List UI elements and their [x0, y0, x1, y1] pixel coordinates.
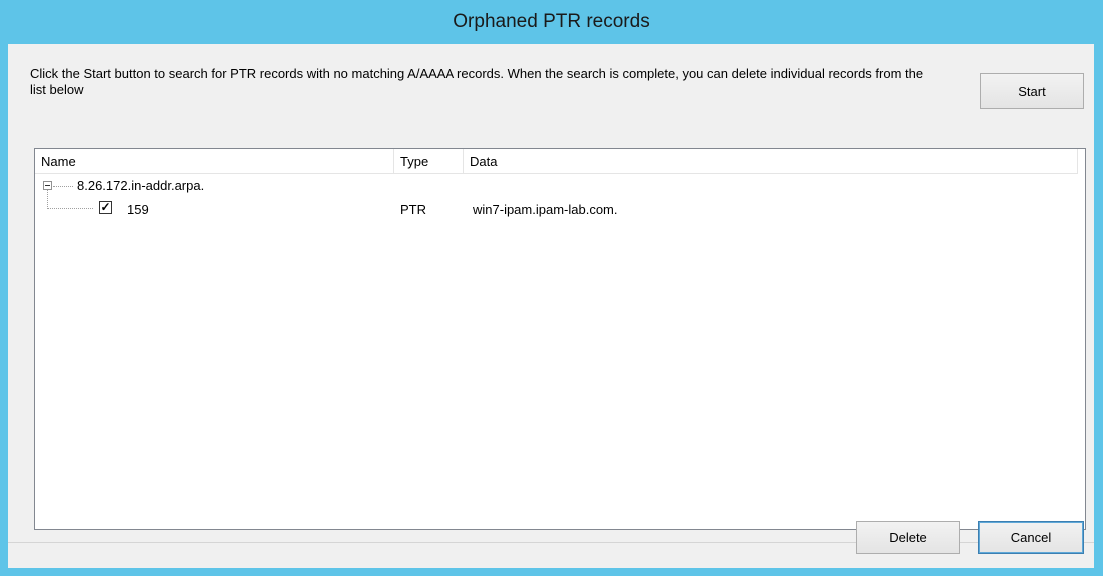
column-header-type[interactable]: Type	[394, 149, 464, 173]
records-tree-list[interactable]: Name Type Data 8.26.172.in-addr.arpa. ✓ …	[34, 148, 1086, 530]
tree-connector	[53, 186, 73, 187]
tree-record-row[interactable]: ✓ 159 PTR win7-ipam.ipam-lab.com.	[35, 190, 1085, 220]
cancel-button[interactable]: Cancel	[978, 521, 1084, 554]
column-header-name[interactable]: Name	[35, 149, 394, 173]
instructions-text: Click the Start button to search for PTR…	[30, 66, 924, 97]
record-checkbox[interactable]: ✓	[99, 201, 112, 214]
record-data: win7-ipam.ipam-lab.com.	[473, 202, 618, 217]
tree-group-row[interactable]: 8.26.172.in-addr.arpa.	[35, 176, 1085, 198]
tree-connector	[47, 190, 48, 209]
start-button[interactable]: Start	[980, 73, 1084, 109]
dialog-window: Orphaned PTR records Click the Start but…	[0, 0, 1103, 576]
collapse-icon[interactable]	[43, 181, 52, 190]
tree-connector	[47, 208, 93, 209]
delete-button[interactable]: Delete	[856, 521, 960, 554]
record-type: PTR	[400, 202, 426, 217]
record-name: 159	[127, 202, 149, 217]
group-name: 8.26.172.in-addr.arpa.	[77, 178, 205, 193]
list-header: Name Type Data	[35, 149, 1078, 174]
column-header-data[interactable]: Data	[464, 149, 1078, 173]
dialog-client-area: Click the Start button to search for PTR…	[8, 44, 1094, 568]
window-title: Orphaned PTR records	[453, 11, 650, 32]
